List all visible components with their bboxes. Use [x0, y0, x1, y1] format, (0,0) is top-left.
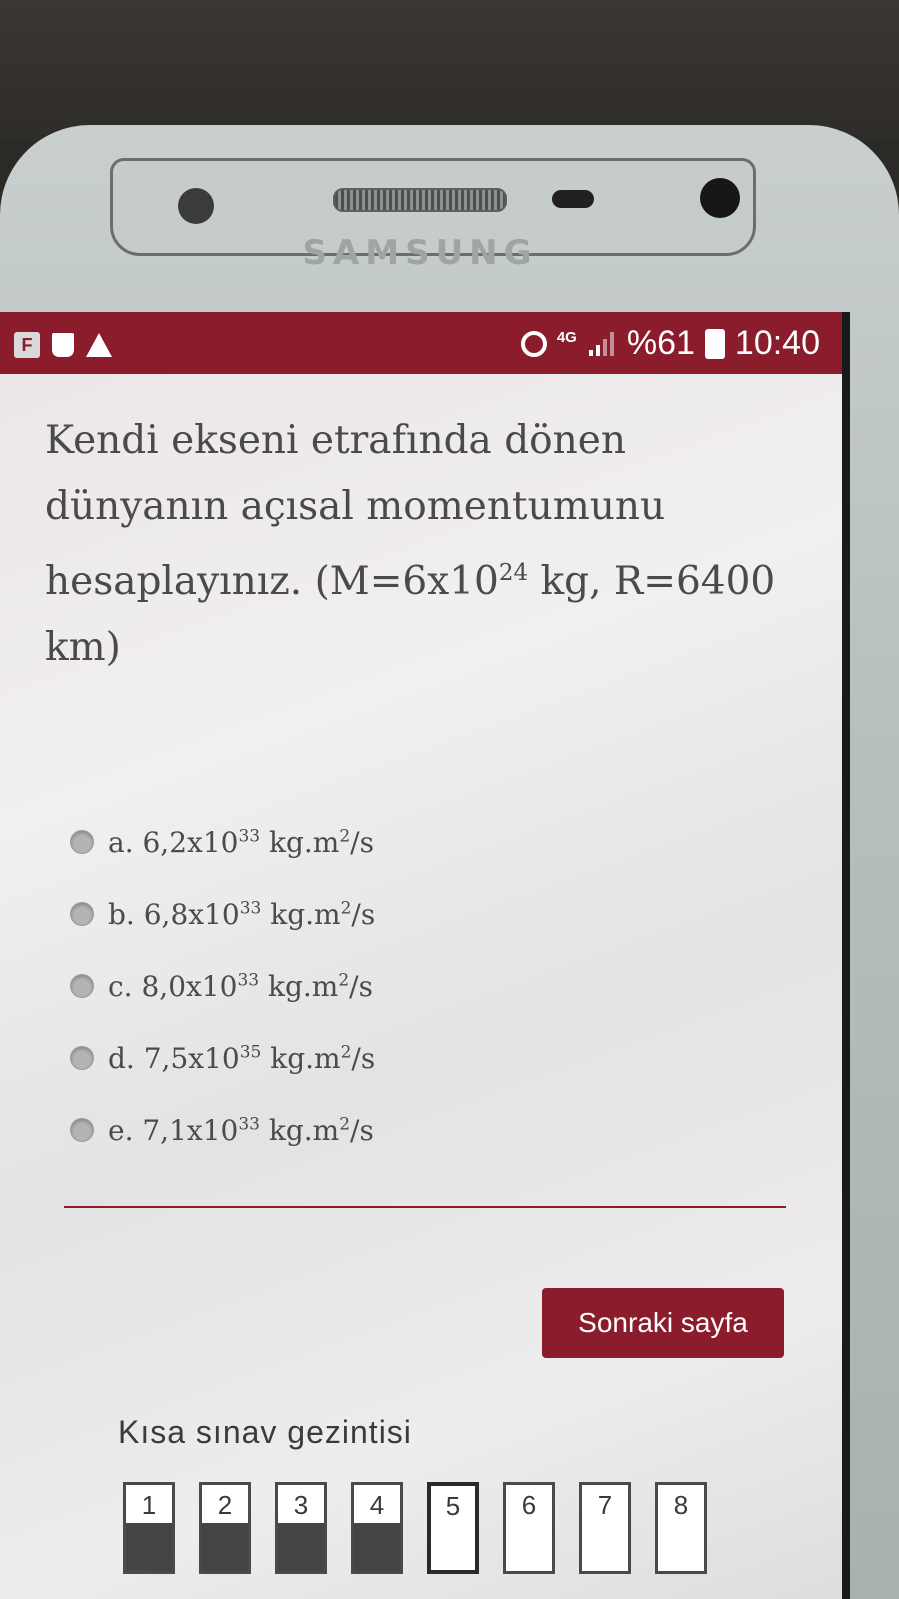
radio-button[interactable] — [70, 902, 94, 926]
desk-background — [0, 0, 899, 140]
battery-percent: %61 — [626, 324, 695, 362]
proximity-sensor — [178, 188, 214, 224]
warning-icon — [86, 333, 112, 357]
quiz-navigation: 1 2 3 4 5 6 7 8 — [123, 1482, 707, 1574]
answer-option-c[interactable]: c. 8,0x1033 kg.m2/s — [70, 950, 375, 1022]
app-notification-icon: F — [14, 332, 40, 358]
next-page-button[interactable]: Sonraki sayfa — [542, 1288, 784, 1358]
light-sensor — [552, 190, 594, 208]
quiz-page-2-button[interactable]: 2 — [199, 1482, 251, 1574]
radio-button[interactable] — [70, 1118, 94, 1142]
network-type: 4G — [556, 329, 577, 346]
option-label: b. 6,8x1033 kg.m2/s — [108, 897, 376, 931]
quiz-page-7-button[interactable]: 7 — [579, 1482, 631, 1574]
answer-options: a. 6,2x1033 kg.m2/s b. 6,8x1033 kg.m2/s … — [70, 806, 375, 1166]
quiz-page-4-button[interactable]: 4 — [351, 1482, 403, 1574]
quiz-page-1-button[interactable]: 1 — [123, 1482, 175, 1574]
system-status: 4G %61 10:40 — [520, 324, 820, 363]
quiz-page-6-button[interactable]: 6 — [503, 1482, 555, 1574]
quiz-page-3-button[interactable]: 3 — [275, 1482, 327, 1574]
answer-option-d[interactable]: d. 7,5x1035 kg.m2/s — [70, 1022, 375, 1094]
option-label: d. 7,5x1035 kg.m2/s — [108, 1041, 376, 1075]
option-label: e. 7,1x1033 kg.m2/s — [108, 1113, 374, 1147]
phone-screen: F 4G %61 10:40 Kendi ekseni etrafında dö… — [0, 312, 850, 1599]
earpiece-speaker — [333, 188, 507, 212]
store-bag-icon — [52, 333, 74, 357]
quiz-page: Kendi ekseni etrafında dönen dünyanın aç… — [0, 374, 842, 1599]
clock: 10:40 — [734, 324, 820, 362]
answer-option-e[interactable]: e. 7,1x1033 kg.m2/s — [70, 1094, 375, 1166]
radio-button[interactable] — [70, 830, 94, 854]
alarm-icon — [520, 330, 547, 357]
quiz-page-8-button[interactable]: 8 — [655, 1482, 707, 1574]
device-brand: SAMSUNG — [302, 233, 538, 273]
signal-icon — [587, 331, 617, 356]
status-bar: F 4G %61 10:40 — [0, 312, 842, 374]
question-exponent: 24 — [498, 560, 529, 586]
answer-option-b[interactable]: b. 6,8x1033 kg.m2/s — [70, 878, 375, 950]
notification-icons: F — [14, 332, 112, 358]
option-label: c. 8,0x1033 kg.m2/s — [108, 969, 373, 1003]
battery-icon — [704, 328, 725, 359]
front-camera — [700, 178, 740, 218]
quiz-page-5-button[interactable]: 5 — [427, 1482, 479, 1574]
question-text: Kendi ekseni etrafında dönen dünyanın aç… — [45, 408, 805, 681]
option-label: a. 6,2x1033 kg.m2/s — [108, 825, 374, 859]
quiz-navigation-title: Kısa sınav gezintisi — [118, 1414, 412, 1450]
radio-button[interactable] — [70, 1046, 94, 1070]
radio-button[interactable] — [70, 974, 94, 998]
divider — [64, 1206, 786, 1208]
answer-option-a[interactable]: a. 6,2x1033 kg.m2/s — [70, 806, 375, 878]
